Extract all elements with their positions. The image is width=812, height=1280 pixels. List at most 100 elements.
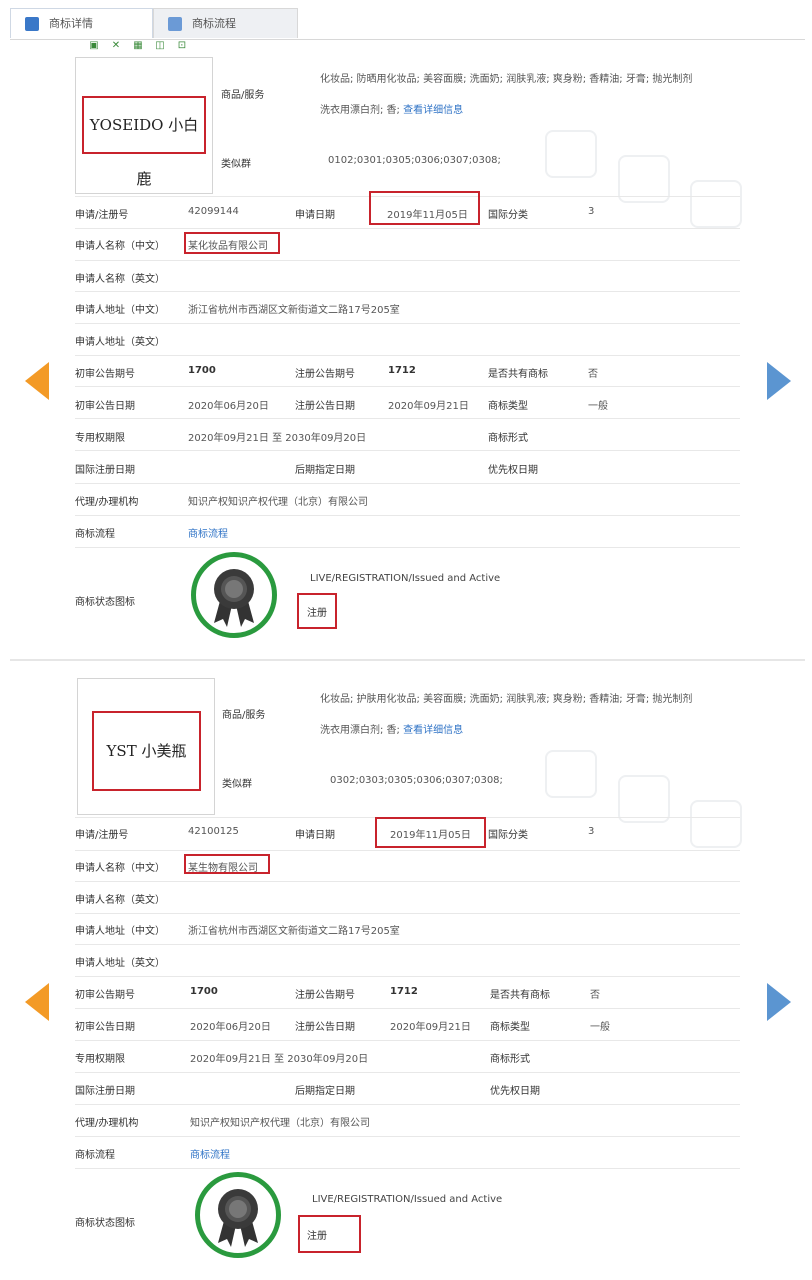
label-similar-group: 类似群 — [221, 159, 251, 170]
next-record-arrow-icon[interactable] — [767, 362, 791, 400]
detail-icon — [25, 17, 39, 31]
grid-icon[interactable]: ▦ — [132, 40, 144, 52]
similar-group-value: 0102;0301;0305;0306;0307;0308; — [328, 155, 501, 166]
label-reg-no: 申请/注册号 — [75, 210, 129, 221]
tab-label: 商标详情 — [49, 17, 93, 30]
label-reg-date: 注册公告日期 — [295, 401, 355, 412]
save-icon[interactable]: ▣ — [88, 40, 100, 52]
process-icon — [168, 17, 182, 31]
label-intl-class: 国际分类 — [488, 210, 528, 221]
reg-no-value: 42100125 — [188, 826, 239, 837]
label-shared: 是否共有商标 — [490, 990, 550, 1001]
label-agent: 代理/办理机构 — [75, 497, 139, 508]
trademark-name: YOSEIDO 小白鹿 — [82, 96, 206, 188]
divider — [75, 260, 740, 261]
shared-value: 否 — [588, 369, 598, 380]
divider — [75, 1104, 740, 1105]
tab-label: 商标流程 — [192, 17, 236, 30]
divider — [75, 1008, 740, 1009]
label-status-icon: 商标状态图标 — [75, 1218, 135, 1229]
prelim-date-value: 2020年06月20日 — [190, 1022, 271, 1033]
label-goods-services: 商品/服务 — [222, 710, 266, 721]
copy-icon[interactable]: ◫ — [154, 40, 166, 52]
divider — [75, 418, 740, 419]
label-reg-no: 申请/注册号 — [75, 830, 129, 841]
label-app-date: 申请日期 — [295, 210, 335, 221]
goods-services-line1: 化妆品; 护肤用化妆品; 美容面膜; 洗面奶; 润肤乳液; 爽身粉; 香精油; … — [320, 694, 693, 705]
status-highlight — [297, 593, 337, 629]
reg-date-value: 2020年09月21日 — [388, 401, 469, 412]
divider — [75, 1072, 740, 1073]
label-reg-date: 注册公告日期 — [295, 1022, 355, 1033]
label-later-date: 后期指定日期 — [295, 465, 355, 476]
watermark-shape — [545, 750, 597, 798]
divider — [75, 850, 740, 851]
shared-value: 否 — [590, 990, 600, 1001]
view-details-link[interactable]: 查看详细信息 — [403, 105, 463, 116]
divider — [75, 450, 740, 451]
label-intl-reg-date: 国际注册日期 — [75, 465, 135, 476]
prev-record-arrow-icon[interactable] — [25, 362, 49, 400]
tab-trademark-process[interactable]: 商标流程 — [153, 8, 298, 38]
app-date-highlight — [375, 817, 486, 848]
divider — [75, 1040, 740, 1041]
prelim-date-value: 2020年06月20日 — [188, 401, 269, 412]
trademark-name: YST 小美瓶 — [92, 711, 201, 791]
divider — [75, 976, 740, 977]
next-record-arrow-icon[interactable] — [767, 983, 791, 1021]
agent-value: 知识产权知识产权代理（北京）有限公司 — [188, 497, 368, 508]
prev-record-arrow-icon[interactable] — [25, 983, 49, 1021]
mark-type-value: 一般 — [590, 1022, 610, 1033]
label-prelim-date: 初审公告日期 — [75, 401, 135, 412]
label-address-cn: 申请人地址（中文） — [75, 305, 165, 316]
intl-class-value: 3 — [588, 206, 595, 217]
shrink-icon[interactable]: ✕ — [110, 40, 122, 52]
divider — [75, 355, 740, 356]
label-priority-date: 优先权日期 — [488, 465, 538, 476]
goods-services-line2: 洗衣用漂白剂; 香; 查看详细信息 — [320, 721, 463, 736]
reg-no-value: 42099144 — [188, 206, 239, 217]
divider — [75, 386, 740, 387]
rosette-icon — [218, 1189, 258, 1247]
status-en: LIVE/REGISTRATION/Issued and Active — [312, 1194, 503, 1205]
label-applicant-en: 申请人名称（英文） — [75, 895, 165, 906]
applicant-highlight — [184, 232, 280, 254]
divider — [75, 515, 740, 516]
prelim-issue-value: 1700 — [188, 365, 216, 376]
label-exclusive-period: 专用权期限 — [75, 433, 125, 444]
image-toolbar: ▣ ✕ ▦ ◫ ⊡ — [88, 40, 188, 52]
tab-trademark-detail[interactable]: 商标详情 — [10, 8, 153, 38]
label-address-en: 申请人地址（英文） — [75, 337, 165, 348]
goods-services-line1: 化妆品; 防晒用化妆品; 美容面膜; 洗面奶; 润肤乳液; 爽身粉; 香精油; … — [320, 74, 693, 85]
label-process: 商标流程 — [75, 1150, 115, 1161]
similar-group-value: 0302;0303;0305;0306;0307;0308; — [330, 775, 503, 786]
label-prelim-date: 初审公告日期 — [75, 1022, 135, 1033]
watermark-shape — [690, 800, 742, 848]
status-highlight — [298, 1215, 361, 1253]
process-link[interactable]: 商标流程 — [188, 525, 228, 540]
label-reg-issue: 注册公告期号 — [295, 990, 355, 1001]
label-status-icon: 商标状态图标 — [75, 597, 135, 608]
divider — [75, 323, 740, 324]
divider — [75, 228, 740, 229]
registered-badge-icon — [195, 1172, 281, 1258]
agent-value: 知识产权知识产权代理（北京）有限公司 — [190, 1118, 370, 1129]
process-link[interactable]: 商标流程 — [190, 1146, 230, 1161]
label-priority-date: 优先权日期 — [490, 1086, 540, 1097]
divider — [75, 913, 740, 914]
goods-line2-text: 洗衣用漂白剂; 香; — [320, 725, 404, 736]
label-applicant-en: 申请人名称（英文） — [75, 274, 165, 285]
label-shared: 是否共有商标 — [488, 369, 548, 380]
divider — [75, 547, 740, 548]
view-details-link[interactable]: 查看详细信息 — [403, 725, 463, 736]
exclusive-period-value: 2020年09月21日 至 2030年09月20日 — [190, 1054, 369, 1065]
exclusive-period-value: 2020年09月21日 至 2030年09月20日 — [188, 433, 367, 444]
applicant-highlight — [184, 854, 270, 874]
divider — [75, 944, 740, 945]
label-exclusive-period: 专用权期限 — [75, 1054, 125, 1065]
zoom-icon[interactable]: ⊡ — [176, 40, 188, 52]
label-mark-type: 商标类型 — [488, 401, 528, 412]
label-address-en: 申请人地址（英文） — [75, 958, 165, 969]
label-mark-form: 商标形式 — [490, 1054, 530, 1065]
registered-badge-icon — [191, 552, 277, 638]
